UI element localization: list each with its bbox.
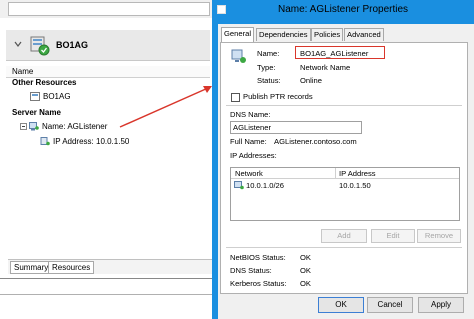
publish-ptr-checkbox[interactable] <box>231 93 240 102</box>
dns-name-label: DNS Name: <box>230 110 271 119</box>
name-label: Name: <box>257 49 280 58</box>
remove-button[interactable]: Remove <box>417 229 461 243</box>
dns-name-input[interactable]: AGListener <box>230 121 362 134</box>
dialog-title: Name: AGListener Properties <box>277 4 409 15</box>
network-name-icon <box>231 49 246 63</box>
apply-button[interactable]: Apply <box>418 297 464 313</box>
edit-button[interactable]: Edit <box>371 229 415 243</box>
tab-policies[interactable]: Policies <box>311 28 344 41</box>
dns-status-label: DNS Status: <box>230 266 272 275</box>
kerberos-status-value: OK <box>300 279 311 288</box>
column-network[interactable]: Network <box>235 169 263 178</box>
table-row[interactable]: 10.0.1.0/26 10.0.1.50 <box>231 180 459 191</box>
netbios-status-value: OK <box>300 253 311 262</box>
separator <box>226 247 462 248</box>
ok-button[interactable]: OK <box>318 297 364 313</box>
network-icon <box>234 181 244 190</box>
general-tab-page: Name: BO1AG_AGListener Type: Network Nam… <box>220 42 468 294</box>
full-name-value: AGListener.contoso.com <box>274 137 357 146</box>
row-ip-address: 10.0.1.50 <box>339 181 371 190</box>
type-value: Network Name <box>300 63 351 72</box>
separator <box>226 105 462 106</box>
add-button[interactable]: Add <box>321 229 367 243</box>
status-value: Online <box>300 76 322 85</box>
tab-dependencies[interactable]: Dependencies <box>256 28 311 41</box>
name-value: BO1AG_AGListener <box>300 49 369 58</box>
dns-status-value: OK <box>300 266 311 275</box>
row-network: 10.0.1.0/26 <box>246 181 285 190</box>
tab-advanced-policies[interactable]: Advanced Policies <box>344 28 384 51</box>
column-ip-address[interactable]: IP Address <box>339 169 376 178</box>
column-divider <box>335 168 336 178</box>
status-label: Status: <box>257 76 281 85</box>
ip-address-table: Network IP Address 10.0.1.0/26 10.0.1.50 <box>230 167 460 221</box>
tab-general[interactable]: General <box>221 27 255 42</box>
ip-addresses-label: IP Addresses: <box>230 151 277 160</box>
table-header: Network IP Address <box>231 168 459 179</box>
netbios-status-label: NetBIOS Status: <box>230 253 286 262</box>
properties-dialog: Name: AGListener Properties General Depe… <box>212 0 474 319</box>
publish-ptr-label: Publish PTR records <box>243 92 313 101</box>
type-label: Type: <box>257 63 276 72</box>
cancel-button[interactable]: Cancel <box>367 297 413 313</box>
kerberos-status-label: Kerberos Status: <box>230 279 287 288</box>
full-name-label: Full Name: <box>230 137 267 146</box>
